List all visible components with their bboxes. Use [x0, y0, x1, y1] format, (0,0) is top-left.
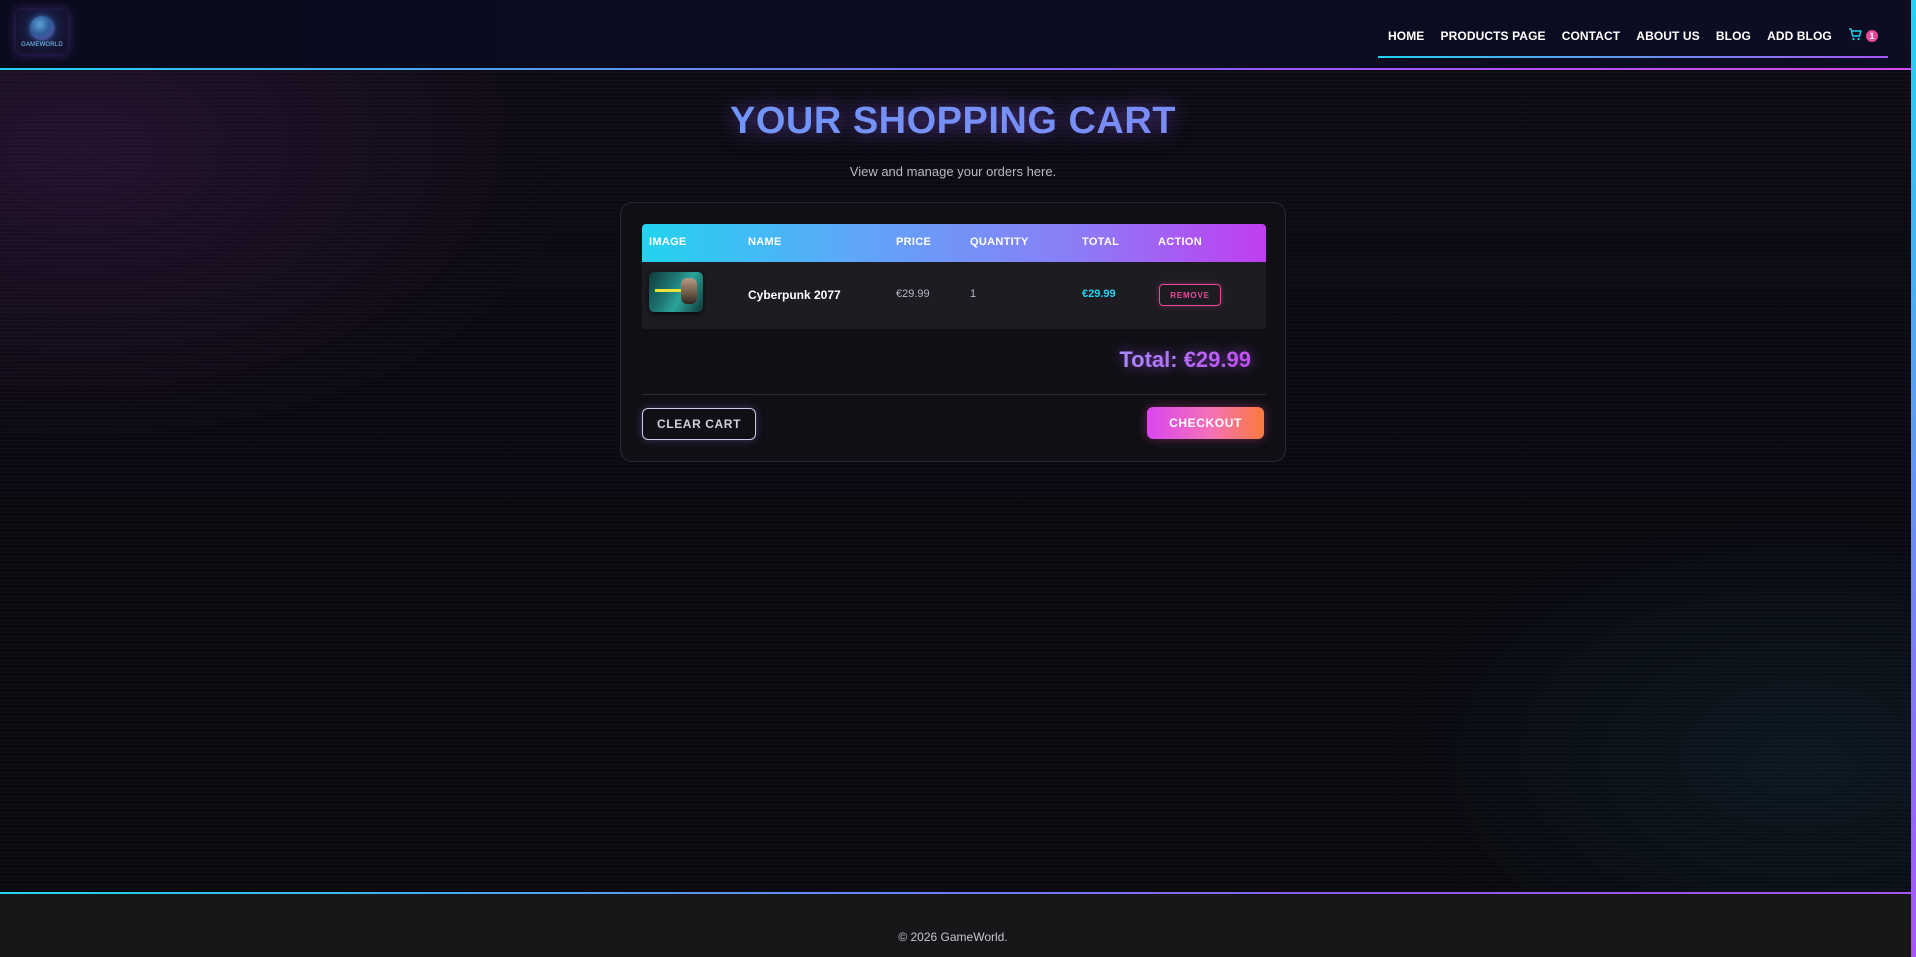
cart-icon: [1848, 28, 1862, 44]
product-name: Cyberpunk 2077: [748, 288, 841, 302]
nav-add-blog[interactable]: ADD BLOG: [1767, 29, 1832, 43]
page-title: YOUR SHOPPING CART: [0, 100, 1906, 143]
column-header-action: ACTION: [1158, 236, 1202, 248]
checkout-button[interactable]: CHECKOUT: [1147, 407, 1264, 439]
copyright-text: © 2026 GameWorld.: [898, 930, 1008, 944]
nav-blog[interactable]: BLOG: [1716, 29, 1751, 43]
column-header-quantity: QUANTITY: [970, 236, 1029, 248]
product-quantity: 1: [970, 288, 977, 300]
nav-contact[interactable]: CONTACT: [1562, 29, 1620, 43]
cart-panel: IMAGE NAME PRICE QUANTITY TOTAL ACTION C…: [620, 202, 1286, 462]
nav-about-us[interactable]: ABOUT US: [1636, 29, 1699, 43]
remove-button[interactable]: REMOVE: [1159, 284, 1221, 306]
cart-divider: [642, 394, 1266, 395]
cart-grand-total: Total: €29.99: [1119, 347, 1251, 372]
globe-icon: [30, 16, 54, 40]
product-line-total: €29.99: [1082, 288, 1116, 300]
page-subtitle: View and manage your orders here.: [849, 164, 1057, 179]
nav-cart-link[interactable]: 1: [1848, 28, 1878, 44]
table-row: Cyberpunk 2077 €29.99 1 €29.99 REMOVE: [642, 262, 1266, 329]
main-nav: HOME PRODUCTS PAGE CONTACT ABOUT US BLOG…: [1378, 14, 1888, 58]
site-logo[interactable]: GAMEWORLD: [16, 10, 68, 54]
column-header-total: TOTAL: [1082, 236, 1120, 248]
product-price: €29.99: [896, 288, 930, 300]
cart-count-badge: 1: [1865, 30, 1878, 42]
column-header-price: PRICE: [896, 236, 932, 248]
nav-home[interactable]: HOME: [1388, 29, 1424, 43]
product-thumbnail: [649, 272, 703, 312]
cart-table-header: IMAGE NAME PRICE QUANTITY TOTAL ACTION: [642, 224, 1266, 262]
site-footer: © 2026 GameWorld.: [0, 894, 1911, 957]
nav-underline: [1378, 56, 1888, 58]
column-header-image: IMAGE: [649, 236, 687, 248]
logo-text: GAMEWORLD: [21, 42, 63, 48]
background-scanlines: [0, 0, 1916, 957]
site-header: GAMEWORLD HOME PRODUCTS PAGE CONTACT ABO…: [0, 0, 1911, 70]
clear-cart-button[interactable]: CLEAR CART: [642, 408, 756, 440]
right-edge-accent: [1911, 0, 1916, 957]
header-divider: [0, 68, 1911, 70]
nav-products-page[interactable]: PRODUCTS PAGE: [1441, 29, 1546, 43]
column-header-name: NAME: [748, 236, 782, 248]
